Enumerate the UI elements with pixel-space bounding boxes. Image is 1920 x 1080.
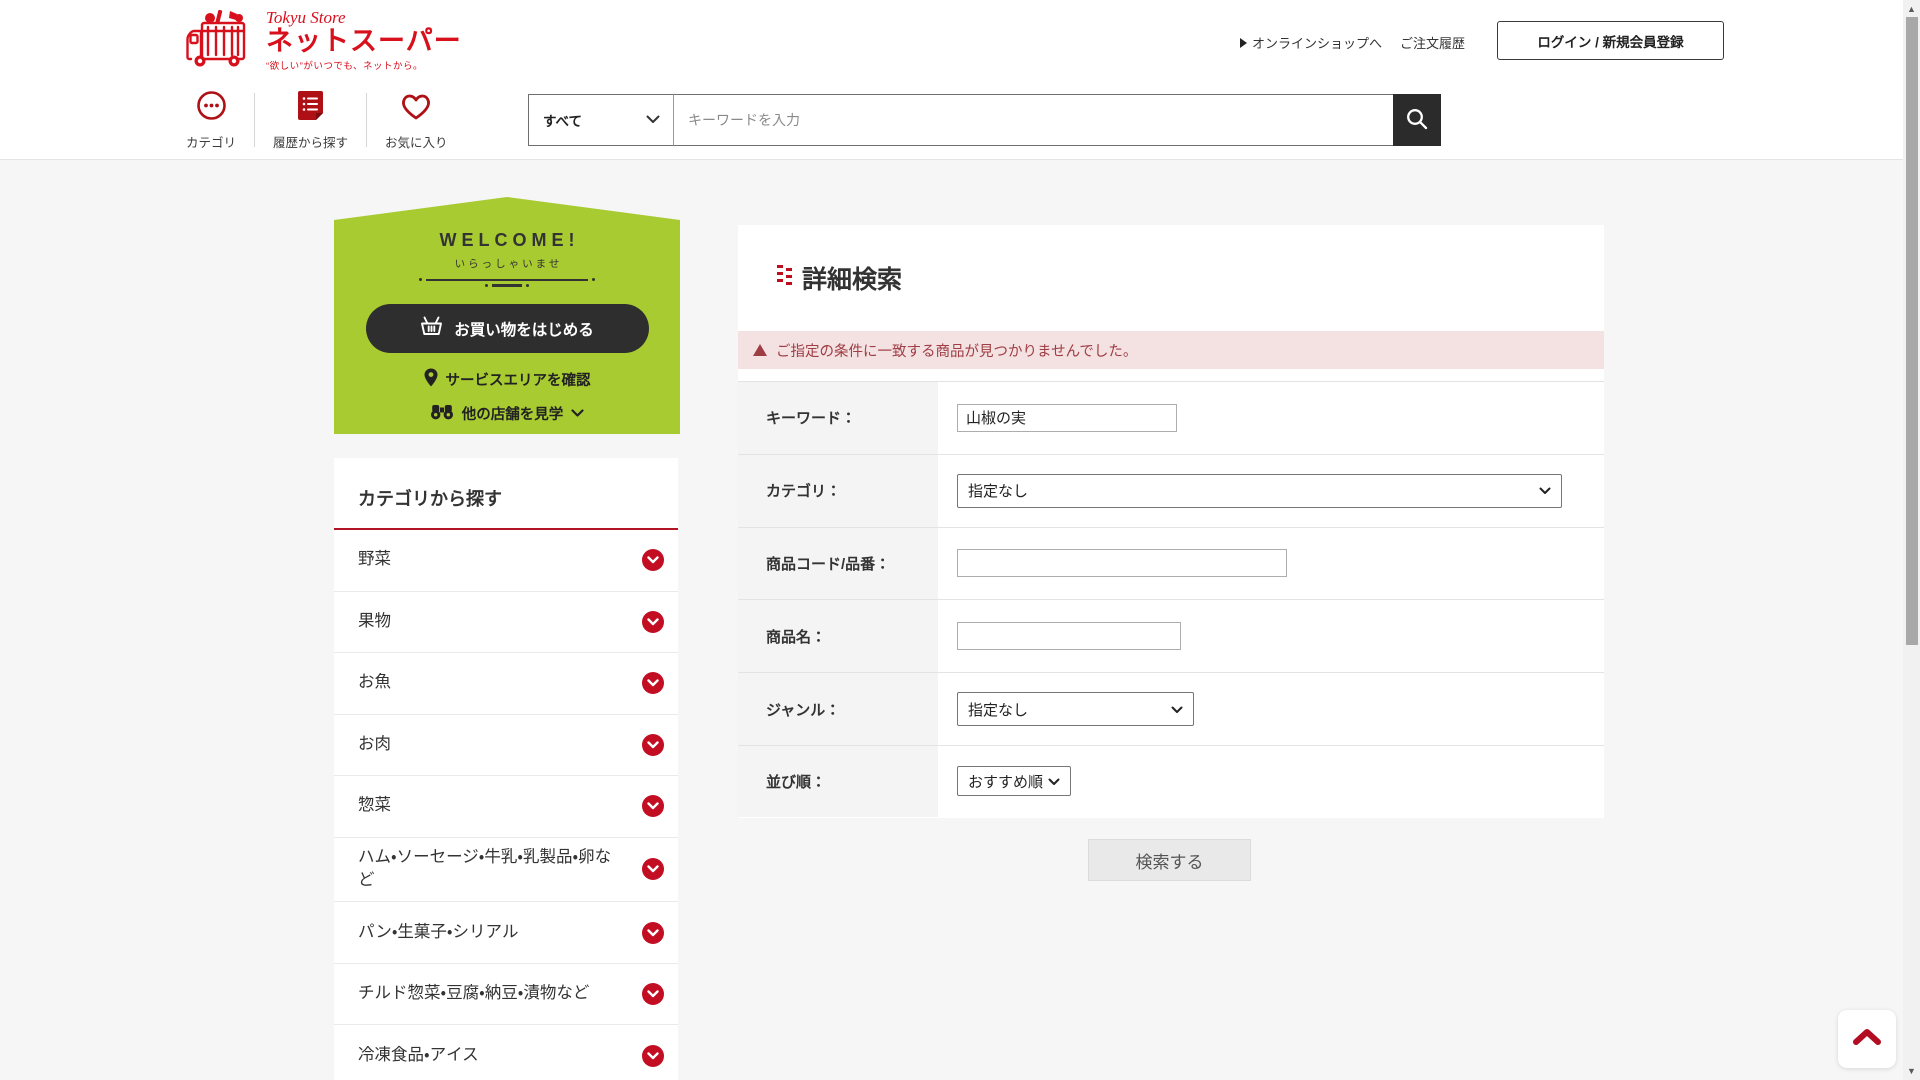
category-item[interactable]: お肉: [334, 715, 678, 777]
product-code-field[interactable]: [957, 549, 1287, 577]
field-label: カテゴリ：: [738, 455, 938, 527]
scrollbar-down-arrow-icon[interactable]: ▼: [1903, 1066, 1920, 1076]
welcome-title: WELCOME!: [435, 230, 580, 251]
category-select[interactable]: 指定なし: [957, 474, 1562, 508]
category-item[interactable]: ハム・ソーセージ・牛乳・乳製品・卵など: [334, 838, 678, 903]
chevron-down-badge-icon[interactable]: [642, 922, 664, 944]
other-stores-link[interactable]: 他の店舗を見学: [430, 403, 585, 424]
form-row-product-code: 商品コード/品番：: [738, 527, 1604, 600]
page-title: 詳細検索: [802, 260, 902, 296]
brand-name-jp: ネットスーパー: [266, 27, 462, 56]
nav-bar: カテゴリ 履歴から探す: [0, 80, 1920, 160]
chevron-down-badge-icon[interactable]: [642, 1045, 664, 1067]
category-item[interactable]: 冷凍食品・アイス: [334, 1025, 678, 1080]
shopping-basket-icon: [420, 316, 443, 341]
keyword-field[interactable]: [957, 404, 1177, 432]
category-item-label: お魚: [358, 671, 391, 695]
heart-icon: [399, 91, 433, 126]
category-item-label: 冷凍食品・アイス: [358, 1044, 479, 1068]
category-item-label: 野菜: [358, 548, 391, 572]
form-row-sort: 並び順： おすすめ順: [738, 745, 1604, 818]
field-label: 並び順：: [738, 746, 938, 817]
chevron-down-badge-icon[interactable]: [642, 795, 664, 817]
sort-select[interactable]: おすすめ順: [957, 766, 1071, 796]
category-item[interactable]: チルド惣菜・豆腐・納豆・漬物など: [334, 964, 678, 1026]
category-list: 野菜 果物 お魚 お肉 惣菜 ハム・ソーセージ・牛乳・乳製品・卵など: [334, 530, 678, 1080]
scroll-to-top-button[interactable]: [1838, 1010, 1896, 1068]
online-shop-link[interactable]: オンラインショップへ: [1240, 33, 1382, 52]
scrollbar-up-arrow-icon[interactable]: ▲: [1903, 4, 1920, 14]
chevron-down-icon: [1539, 482, 1551, 499]
chevron-down-icon: [646, 111, 660, 129]
list-bars-icon: [777, 263, 792, 293]
login-register-button[interactable]: ログイン / 新規会員登録: [1497, 21, 1724, 60]
category-item[interactable]: 野菜: [334, 530, 678, 592]
category-item[interactable]: パン・生菓子・シリアル: [334, 902, 678, 964]
chevron-down-badge-icon[interactable]: [642, 734, 664, 756]
top-bar: Tokyu Store ネットスーパー “欲しい”がいつでも、ネットから。 オン…: [0, 0, 1920, 80]
history-list-icon: [297, 90, 324, 126]
nav-item-history[interactable]: 履歴から探す: [255, 87, 366, 153]
chevron-down-badge-icon[interactable]: [642, 672, 664, 694]
delivery-truck-icon: [186, 9, 258, 72]
field-label: 商品コード/品番：: [738, 528, 938, 600]
search-scope-select[interactable]: すべて: [528, 94, 674, 146]
category-item[interactable]: 惣菜: [334, 776, 678, 838]
search-bar: すべて: [528, 94, 1441, 146]
field-label: ジャンル：: [738, 673, 938, 745]
nav-item-favorites[interactable]: お気に入り: [367, 87, 466, 153]
category-item[interactable]: お魚: [334, 653, 678, 715]
store-logo[interactable]: Tokyu Store ネットスーパー “欲しい”がいつでも、ネットから。: [186, 9, 462, 72]
category-item-label: パン・生菓子・シリアル: [358, 921, 519, 945]
triangle-right-icon: [1240, 38, 1247, 48]
field-label: キーワード：: [738, 382, 938, 454]
detail-search-card: 詳細検索 ご指定の条件に一致する商品が見つかりませんでした。 キーワード： カテ…: [738, 225, 1604, 818]
dots-circle-icon: [196, 90, 227, 126]
category-item-label: 惣菜: [358, 794, 391, 818]
chevron-down-icon: [1171, 701, 1183, 718]
page-scrollbar[interactable]: ▲ ▼: [1903, 0, 1920, 1080]
category-item-label: お肉: [358, 733, 391, 757]
category-item[interactable]: 果物: [334, 592, 678, 654]
decorative-divider: [419, 278, 595, 287]
chevron-down-badge-icon[interactable]: [642, 983, 664, 1005]
category-item-label: ハム・ソーセージ・牛乳・乳製品・卵など: [358, 846, 614, 894]
warning-triangle-icon: [753, 344, 767, 356]
scrollbar-thumb[interactable]: [1906, 17, 1918, 645]
map-pin-icon: [424, 368, 438, 391]
start-shopping-button[interactable]: お買い物をはじめる: [366, 304, 649, 353]
product-name-field[interactable]: [957, 622, 1181, 650]
chevron-up-icon: [1852, 1028, 1882, 1051]
brand-tagline: “欲しい”がいつでも、ネットから。: [266, 58, 462, 72]
search-form-table: キーワード： カテゴリ： 指定なし 商品コード/品番： 商: [738, 381, 1604, 818]
brand-name-en: Tokyu Store: [266, 9, 462, 27]
chevron-down-icon: [1048, 773, 1060, 790]
service-area-link[interactable]: サービスエリアを確認: [424, 368, 591, 391]
search-submit-form-button[interactable]: 検索する: [1088, 839, 1251, 881]
chevron-down-badge-icon[interactable]: [642, 858, 664, 880]
genre-select[interactable]: 指定なし: [957, 692, 1194, 726]
chevron-down-badge-icon[interactable]: [642, 611, 664, 633]
chevron-down-icon: [571, 406, 584, 422]
keyword-search-input[interactable]: [674, 94, 1393, 146]
order-history-link[interactable]: ご注文履歴: [1400, 33, 1465, 52]
welcome-subtitle: いらっしゃいませ: [452, 256, 563, 271]
field-label: 商品名：: [738, 600, 938, 672]
form-row-product-name: 商品名：: [738, 599, 1604, 672]
form-row-category: カテゴリ： 指定なし: [738, 454, 1604, 527]
magnifier-icon: [1405, 107, 1429, 134]
category-sidebar-title: カテゴリから探す: [334, 458, 678, 528]
binoculars-icon: [430, 404, 454, 424]
category-item-label: チルド惣菜・豆腐・納豆・漬物など: [358, 982, 589, 1006]
chevron-down-badge-icon[interactable]: [642, 549, 664, 571]
welcome-panel: WELCOME! いらっしゃいませ お買い物をはじめる サービスエリアを確認: [334, 197, 680, 434]
category-sidebar: カテゴリから探す 野菜 果物 お魚 お肉 惣菜 ハム・ソーセージ・牛乳・乳製品・…: [334, 458, 678, 1080]
search-submit-button[interactable]: [1393, 94, 1441, 146]
category-item-label: 果物: [358, 610, 391, 634]
form-row-genre: ジャンル： 指定なし: [738, 672, 1604, 745]
nav-item-category[interactable]: カテゴリ: [168, 87, 254, 153]
no-results-alert: ご指定の条件に一致する商品が見つかりませんでした。: [738, 331, 1604, 369]
form-row-keyword: キーワード：: [738, 381, 1604, 454]
